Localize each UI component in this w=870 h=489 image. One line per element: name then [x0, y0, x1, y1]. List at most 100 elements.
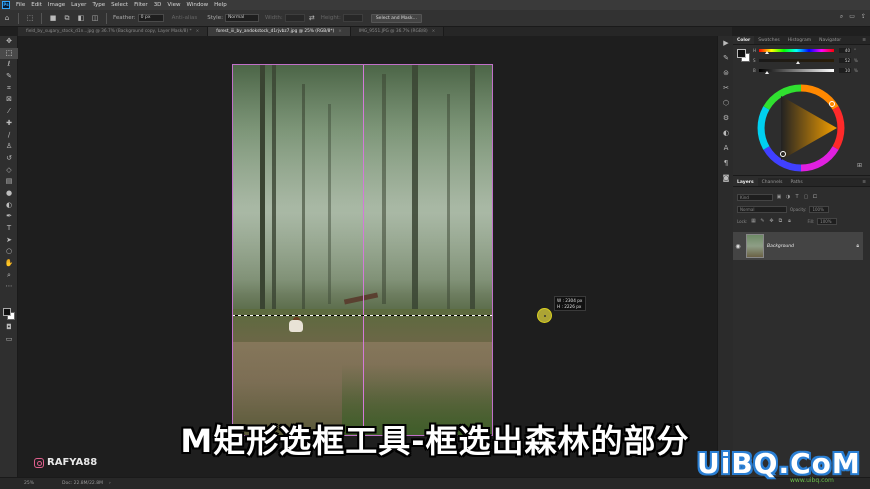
quick-selection-tool-icon[interactable]: ✎ — [0, 71, 18, 83]
styles-icon[interactable]: ◐ — [718, 126, 734, 141]
foreground-color-swatch[interactable] — [3, 308, 11, 316]
path-selection-tool-icon[interactable]: ➤ — [0, 235, 18, 247]
workspace-icon[interactable]: ▭ — [849, 13, 855, 21]
menu-file[interactable]: File — [13, 2, 28, 8]
opacity-input[interactable]: 100% — [809, 206, 830, 213]
foreground-color-chip[interactable] — [737, 49, 746, 58]
intersect-selection-icon[interactable]: ◫ — [90, 13, 100, 23]
search-icon[interactable]: ⌕ — [840, 13, 843, 21]
play-actions-icon[interactable]: ▶ — [718, 36, 734, 51]
brightness-value[interactable]: 10 — [839, 68, 851, 73]
layer-lock-icon[interactable]: 🔒︎ — [856, 243, 859, 249]
tab-paths[interactable]: Paths — [786, 178, 806, 186]
visibility-eye-icon[interactable]: ◉ — [733, 243, 743, 250]
lock-position-icon[interactable]: ✥ — [768, 218, 774, 225]
close-icon[interactable]: × — [196, 27, 200, 36]
lock-artboard-icon[interactable]: ⧉ — [777, 218, 783, 225]
history-brush-tool-icon[interactable]: ↺ — [0, 153, 18, 165]
lock-all-icon[interactable]: 🔒︎ — [786, 218, 792, 225]
layer-kind-filter[interactable]: Kind — [737, 194, 773, 201]
feather-input[interactable]: 0 px — [137, 14, 164, 22]
width-input[interactable] — [284, 14, 305, 22]
tab-field-doc[interactable]: field_by_sugary_stock_d1n...jpg @ 36.7% … — [18, 27, 209, 36]
close-icon[interactable]: × — [338, 27, 342, 36]
saturation-value[interactable]: 52 — [839, 58, 851, 63]
subtract-from-selection-icon[interactable]: ◧ — [76, 13, 86, 23]
character-icon[interactable]: A — [718, 141, 734, 156]
brightness-slider[interactable] — [759, 69, 834, 74]
3d-icon[interactable]: ⬡ — [718, 96, 734, 111]
quick-mask-icon[interactable]: ◘ — [0, 322, 18, 334]
pen-tool-icon[interactable]: ✒ — [0, 211, 18, 223]
share-icon[interactable]: ⇪ — [861, 13, 866, 21]
menu-3d[interactable]: 3D — [151, 2, 165, 8]
libraries-icon[interactable]: ◙ — [718, 171, 734, 186]
menu-type[interactable]: Type — [89, 2, 108, 8]
guide-line-vertical[interactable] — [363, 64, 364, 436]
screen-mode-icon[interactable]: ▭ — [0, 334, 18, 346]
tab-color[interactable]: Color — [733, 36, 755, 44]
lock-image-icon[interactable]: ✎ — [759, 218, 765, 225]
properties-icon[interactable]: ⚙ — [718, 111, 734, 126]
rectangular-marquee-tool-icon[interactable]: ⬚ — [0, 47, 18, 60]
color-wheel[interactable] — [755, 82, 847, 174]
tab-channels[interactable]: Channels — [758, 178, 787, 186]
select-and-mask-button[interactable]: Select and Mask... — [370, 13, 422, 23]
hue-slider[interactable] — [759, 49, 834, 54]
crop-tool-icon[interactable]: ⌗ — [0, 83, 18, 95]
new-selection-icon[interactable]: ■ — [48, 13, 58, 23]
style-select[interactable]: Normal — [224, 14, 259, 22]
color-triangle[interactable] — [781, 96, 837, 160]
brush-tool-icon[interactable]: ∕ — [0, 130, 18, 142]
more-tools-icon[interactable]: ⋯ — [0, 281, 18, 293]
wheel-options-icon[interactable]: ⊞ — [857, 162, 862, 169]
tab-histogram[interactable]: Histogram — [784, 36, 815, 44]
tab-forest-doc[interactable]: forest_iii_by_andokstock_d1rjvbz7.jpg @ … — [208, 27, 351, 36]
fill-input[interactable]: 100% — [817, 218, 838, 225]
menu-layer[interactable]: Layer — [68, 2, 89, 8]
paragraph-icon[interactable]: ¶ — [718, 156, 734, 171]
filter-adjustment-icon[interactable]: ◑ — [785, 194, 791, 201]
filter-shape-icon[interactable]: ▢ — [803, 194, 809, 201]
clone-stamp-tool-icon[interactable]: ♙ — [0, 141, 18, 153]
hue-value[interactable]: 40 — [839, 48, 851, 53]
height-input[interactable] — [342, 14, 363, 22]
home-icon[interactable]: ⌂ — [2, 13, 12, 23]
move-tool-icon[interactable]: ✥ — [0, 36, 18, 48]
menu-window[interactable]: Window — [183, 2, 211, 8]
filter-smart-object-icon[interactable]: ⧠ — [812, 194, 818, 201]
type-tool-icon[interactable]: T — [0, 223, 18, 235]
saturation-slider[interactable] — [759, 59, 834, 64]
hand-tool-icon[interactable]: ✋ — [0, 258, 18, 270]
layer-row-background[interactable]: ◉ Background 🔒︎ — [733, 232, 863, 260]
close-icon[interactable]: × — [432, 27, 436, 36]
shape-tool-icon[interactable]: ○ — [0, 246, 18, 258]
lasso-tool-icon[interactable]: ℓ — [0, 59, 18, 71]
zoom-level[interactable]: 25% — [24, 481, 34, 486]
dodge-tool-icon[interactable]: ◐ — [0, 200, 18, 212]
frame-tool-icon[interactable]: ⊠ — [0, 94, 18, 106]
zoom-tool-icon[interactable]: ⌕ — [0, 270, 18, 282]
menu-view[interactable]: View — [164, 2, 183, 8]
brush-settings-icon[interactable]: ✎ — [718, 51, 734, 66]
panel-menu-icon[interactable]: ≡ — [858, 36, 870, 44]
gradient-tool-icon[interactable]: ▤ — [0, 176, 18, 188]
filter-pixel-icon[interactable]: ▣ — [776, 194, 782, 201]
marquee-tool-preset-icon[interactable]: ⬚ — [25, 13, 35, 23]
swap-width-height-icon[interactable]: ⇄ — [307, 13, 317, 23]
saturation-slider-knob[interactable] — [796, 61, 800, 64]
tab-navigator[interactable]: Navigator — [815, 36, 845, 44]
document-image-forest[interactable] — [232, 64, 493, 436]
hue-slider-knob[interactable] — [765, 51, 770, 54]
menu-help[interactable]: Help — [211, 2, 230, 8]
blur-tool-icon[interactable]: ● — [0, 188, 18, 200]
layer-name[interactable]: Background — [767, 244, 856, 249]
canvas-area[interactable]: W : 2304 px H : 2226 px — [18, 36, 732, 477]
brightness-slider-knob[interactable] — [764, 71, 769, 74]
add-to-selection-icon[interactable]: ⧉ — [62, 13, 72, 23]
adjustments-icon[interactable]: ⊜ — [718, 66, 734, 81]
healing-brush-tool-icon[interactable]: ✚ — [0, 118, 18, 130]
menu-filter[interactable]: Filter — [131, 2, 151, 8]
antialias-checkbox-label[interactable]: Anti-alias — [172, 15, 198, 21]
menu-image[interactable]: Image — [45, 2, 68, 8]
